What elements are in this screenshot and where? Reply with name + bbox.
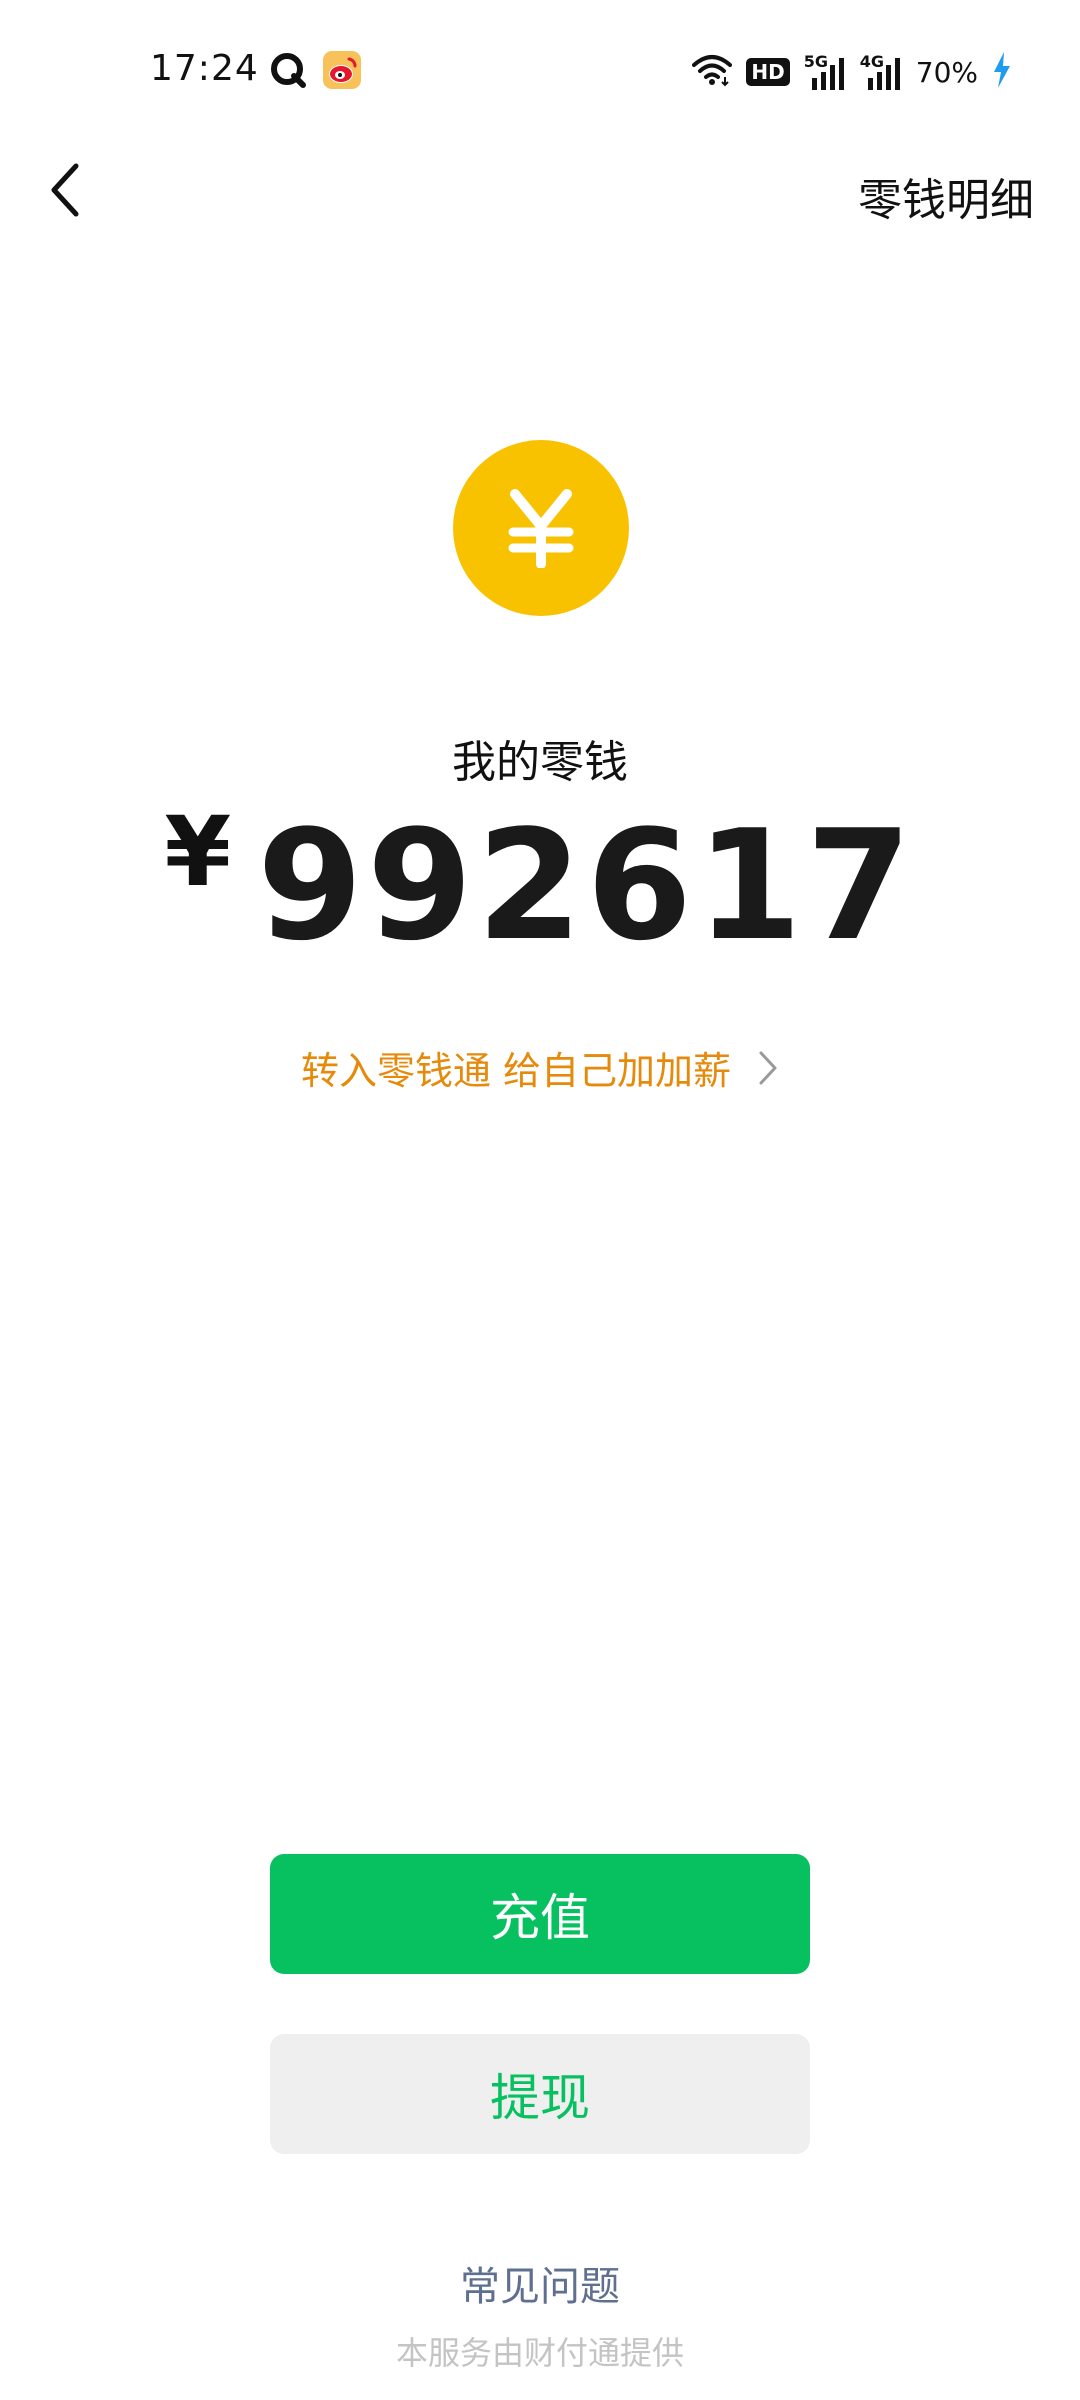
currency-symbol: ¥ [164,796,232,908]
chevron-right-icon [759,1051,777,1084]
charging-bolt-icon [992,52,1012,92]
signal-4g-icon: 4G [860,52,902,90]
status-bar: 17:24 HD 5G 4G 70% [0,0,1080,140]
balance-amount-row: ¥ 992617 [0,796,1080,974]
hd-voice-badge: HD [746,58,790,86]
provider-note: 本服务由财付通提供 [395,2334,684,2372]
recharge-button[interactable]: 充值 [270,1854,810,1974]
transaction-details-link[interactable]: 零钱明细 [858,164,1034,228]
status-app-icons [268,50,362,94]
yuan-coin-icon [453,440,629,616]
withdraw-button[interactable]: 提现 [270,2034,810,2154]
lingqiantong-promo-link[interactable]: 转入零钱通 给自己加加薪 [0,1040,1080,1095]
nav-bar: 零钱明细 [0,140,1080,240]
balance-amount: 992617 [257,797,916,974]
qq-browser-icon [268,50,308,94]
signal-5g-icon: 5G [804,52,846,90]
chevron-left-icon [51,163,79,217]
faq-link[interactable]: 常见问题 [0,2254,1080,2312]
wifi-icon [692,53,733,91]
promo-text: 转入零钱通 给自己加加薪 [300,1049,732,1093]
back-button[interactable] [30,154,102,226]
battery-percent: 70% [915,55,978,89]
weibo-icon [322,50,362,94]
status-time: 17:24 [150,48,259,89]
wallet-balance-screen: 17:24 HD 5G 4G 70% 零钱明细 我的零钱 ¥ 992617 转入… [0,0,1080,2400]
status-indicators: HD 5G 4G 70% [692,50,1012,94]
balance-label: 我的零钱 [452,737,628,788]
